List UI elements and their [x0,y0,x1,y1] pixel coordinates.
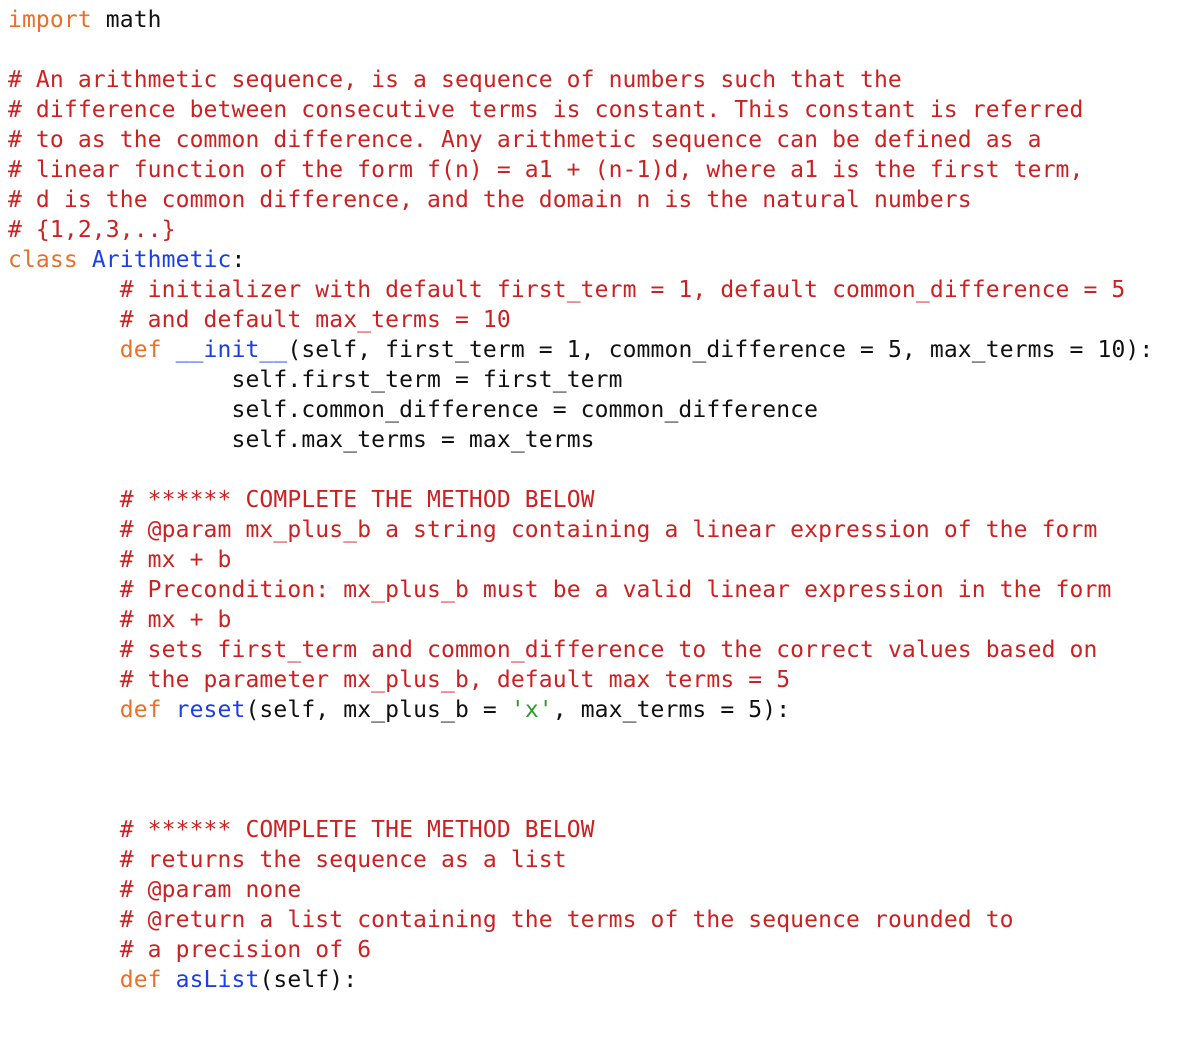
code-text-token: , max_terms = 5): [552,697,791,723]
comment-token: # @return a list containing the terms of… [119,907,1014,933]
keyword-token: def [119,697,162,723]
code-line[interactable]: # {1,2,3,..} [8,215,176,245]
identifier-token: asList [175,967,260,993]
code-line[interactable]: # Precondition: mx_plus_b must be a vali… [8,575,1112,605]
code-line[interactable]: def reset(self, mx_plus_b = 'x', max_ter… [8,695,790,725]
comment-token: # ****** COMPLETE THE METHOD BELOW [119,487,595,513]
keyword-token: def [119,337,162,363]
code-text-token: : [231,247,246,273]
comment-token: # difference between consecutive terms i… [8,97,1084,123]
comment-token: # the parameter mx_plus_b, default max t… [119,667,791,693]
identifier-token: reset [175,697,246,723]
code-line[interactable]: self.common_difference = common_differen… [8,395,818,425]
comment-token: # initializer with default first_term = … [119,277,1126,303]
code-line[interactable]: # sets first_term and common_difference … [8,635,1098,665]
code-line[interactable]: # mx + b [8,605,232,635]
identifier-token: __init__ [175,337,288,363]
code-text-token: math [91,7,162,33]
code-line[interactable]: # ****** COMPLETE THE METHOD BELOW [8,485,595,515]
code-editor[interactable]: import math # An arithmetic sequence, is … [0,0,1196,1044]
comment-token: # @param mx_plus_b a string containing a… [119,517,1098,543]
identifier-token: Arithmetic [91,247,232,273]
code-line[interactable]: # d is the common difference, and the do… [8,185,972,215]
code-line[interactable]: # a precision of 6 [8,935,371,965]
code-line[interactable]: # the parameter mx_plus_b, default max t… [8,665,790,695]
code-text-token: self.common_difference = common_differen… [231,397,819,423]
comment-token: # linear function of the form f(n) = a1 … [8,157,1084,183]
comment-token: # a precision of 6 [119,937,372,963]
code-line[interactable]: def asList(self): [8,965,357,995]
comment-token: # returns the sequence as a list [119,847,567,873]
comment-token: # sets first_term and common_difference … [119,637,1098,663]
comment-token: # @param none [119,877,302,903]
keyword-token: def [119,967,162,993]
comment-token: # Precondition: mx_plus_b must be a vali… [119,577,1112,603]
code-line[interactable]: # and default max_terms = 10 [8,305,511,335]
comment-token: # ****** COMPLETE THE METHOD BELOW [119,817,595,843]
code-line[interactable]: # returns the sequence as a list [8,845,567,875]
code-line[interactable]: # to as the common difference. Any arith… [8,125,1042,155]
code-line[interactable]: # linear function of the form f(n) = a1 … [8,155,1083,185]
code-line[interactable]: # difference between consecutive terms i… [8,95,1083,125]
keyword-token: import [8,7,92,33]
code-line[interactable]: # initializer with default first_term = … [8,275,1126,305]
code-line[interactable]: # ****** COMPLETE THE METHOD BELOW [8,815,595,845]
code-line[interactable]: self.max_terms = max_terms [8,425,595,455]
code-line[interactable]: import math [8,5,162,35]
code-line[interactable]: # mx + b [8,545,232,575]
code-line[interactable]: # @param none [8,875,301,905]
code-text-token: (self): [259,967,358,993]
comment-token: # mx + b [119,547,232,573]
comment-token: # d is the common difference, and the do… [8,187,972,213]
code-line[interactable]: class Arithmetic: [8,245,245,275]
comment-token: # and default max_terms = 10 [119,307,511,333]
code-text-token: self.max_terms = max_terms [231,427,595,453]
comment-token: # An arithmetic sequence, is a sequence … [8,67,902,93]
code-line[interactable]: def __init__(self, first_term = 1, commo… [8,335,1153,365]
comment-token: # to as the common difference. Any arith… [8,127,1042,153]
keyword-token: class [8,247,78,273]
code-line[interactable]: # An arithmetic sequence, is a sequence … [8,65,902,95]
code-text-token: (self, mx_plus_b = [245,697,511,723]
code-line[interactable]: # @param mx_plus_b a string containing a… [8,515,1098,545]
comment-token: # mx + b [119,607,232,633]
code-line[interactable]: self.first_term = first_term [8,365,623,395]
code-line[interactable]: # @return a list containing the terms of… [8,905,1014,935]
code-text-token: (self, first_term = 1, common_difference… [287,337,1154,363]
string-literal-token: 'x' [510,697,553,723]
code-text-token: self.first_term = first_term [231,367,623,393]
comment-token: # {1,2,3,..} [8,217,176,243]
